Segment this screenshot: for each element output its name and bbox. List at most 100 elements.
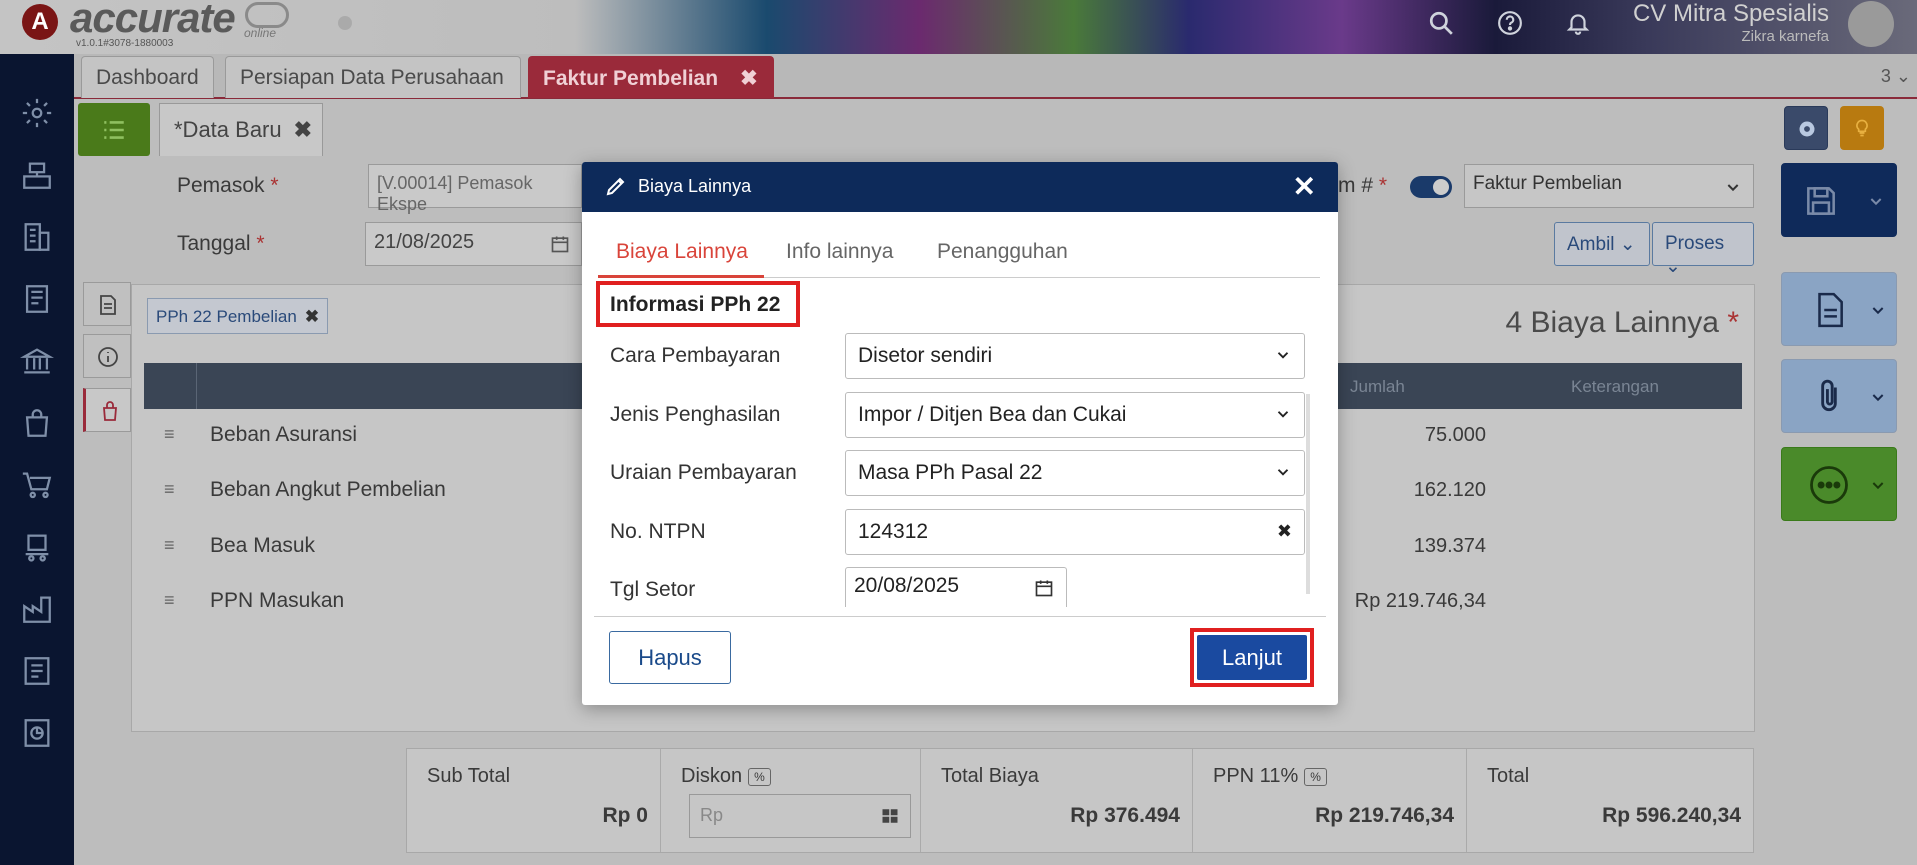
shopping-bag-icon[interactable] bbox=[20, 406, 54, 440]
drag-handle-icon[interactable]: ≡ bbox=[164, 590, 178, 611]
close-icon[interactable]: ✖ bbox=[740, 67, 758, 90]
tanggal-input[interactable]: 21/08/2025 bbox=[365, 222, 582, 266]
row-value: 162.120 bbox=[1413, 479, 1486, 501]
factory-icon[interactable] bbox=[20, 592, 54, 626]
proses-button[interactable]: Proses ⌄ bbox=[1652, 222, 1754, 277]
bell-icon[interactable] bbox=[1565, 10, 1591, 36]
tab-biaya-lainnya[interactable]: Biaya Lainnya bbox=[616, 240, 748, 264]
ntpn-input[interactable]: 124312 ✖ bbox=[845, 509, 1305, 555]
clear-icon[interactable]: ✖ bbox=[1277, 521, 1292, 542]
filter-chip[interactable]: PPh 22 Pembelian ✖ bbox=[147, 298, 329, 334]
calendar-icon[interactable] bbox=[1034, 578, 1054, 598]
auto-number-toggle[interactable] bbox=[1410, 176, 1452, 198]
info-icon bbox=[98, 347, 118, 367]
company-name[interactable]: CV Mitra Spesialis bbox=[1633, 0, 1829, 28]
drag-handle-icon[interactable]: ≡ bbox=[164, 424, 178, 445]
save-button[interactable] bbox=[1781, 163, 1897, 237]
bank-icon[interactable] bbox=[20, 344, 54, 378]
dialog-title: Biaya Lainnya bbox=[638, 176, 752, 196]
cash-register-icon[interactable] bbox=[20, 158, 54, 192]
tax-icon[interactable] bbox=[20, 654, 54, 688]
drag-handle-icon[interactable]: ≡ bbox=[164, 535, 178, 556]
ntpn-label: No. NTPN bbox=[610, 520, 706, 543]
logo-online-text: online bbox=[244, 26, 277, 40]
column-jumlah[interactable]: Jumlah bbox=[1350, 377, 1405, 397]
close-icon[interactable]: ✖ bbox=[305, 307, 319, 326]
tanggal-value: 21/08/2025 bbox=[374, 231, 475, 253]
tgl-setor-input[interactable]: 20/08/2025 bbox=[845, 567, 1067, 607]
gear-icon[interactable] bbox=[20, 96, 54, 130]
uraian-pembayaran-select[interactable]: Masa PPh Pasal 22 bbox=[845, 450, 1305, 496]
gear-icon bbox=[1799, 121, 1815, 137]
calculator-icon[interactable] bbox=[880, 807, 900, 825]
biaya-tab[interactable] bbox=[83, 388, 131, 432]
tab-label: Faktur Pembelian bbox=[543, 67, 719, 90]
calendar-icon[interactable] bbox=[550, 234, 570, 254]
tips-button[interactable] bbox=[1840, 106, 1884, 150]
row-bea-masuk[interactable]: Bea Masuk bbox=[210, 534, 315, 558]
cart-icon[interactable] bbox=[20, 468, 54, 502]
accurate-logo-text[interactable]: accurate bbox=[70, 0, 236, 42]
detail-items-tab[interactable] bbox=[83, 282, 131, 326]
report-chart-icon[interactable] bbox=[20, 716, 54, 750]
search-icon[interactable] bbox=[1428, 10, 1454, 36]
tanggal-label: Tanggal * bbox=[177, 232, 265, 255]
ntpn-value: 124312 bbox=[858, 520, 929, 543]
lanjut-button[interactable]: Lanjut bbox=[1197, 635, 1307, 680]
more-actions-button[interactable] bbox=[1781, 447, 1897, 521]
jenis-penghasilan-select[interactable]: Impor / Ditjen Bea dan Cukai bbox=[845, 392, 1305, 438]
panel-title: 4 Biaya Lainnya * bbox=[1505, 306, 1739, 339]
attachment-button[interactable] bbox=[1781, 359, 1897, 433]
drag-handle-icon[interactable]: ≡ bbox=[164, 479, 178, 500]
chip-label: PPh 22 Pembelian bbox=[156, 307, 297, 326]
accurate-logo-icon[interactable]: A bbox=[22, 4, 58, 40]
chevron-down-icon bbox=[1870, 198, 1882, 206]
module-tab-bar: Dashboard Persiapan Data Perusahaan Fakt… bbox=[74, 54, 1917, 99]
tab-faktur-pembelian[interactable]: Faktur Pembelian ✖ bbox=[528, 56, 774, 98]
ambil-button[interactable]: Ambil ⌄ bbox=[1554, 222, 1650, 266]
column-keterangan[interactable]: Keterangan bbox=[1571, 377, 1659, 397]
percent-toggle[interactable]: % bbox=[1304, 767, 1327, 786]
inventory-cart-icon[interactable] bbox=[20, 530, 54, 564]
more-icon bbox=[1810, 466, 1848, 504]
settings-button[interactable] bbox=[1784, 106, 1828, 150]
row-beban-angkut[interactable]: Beban Angkut Pembelian bbox=[210, 478, 446, 502]
tab-penangguhan[interactable]: Penangguhan bbox=[937, 240, 1068, 264]
top-bar: A accurate online v1.0.1#3078-1880003 CV… bbox=[0, 0, 1917, 54]
tab-count-dropdown[interactable]: 3 ⌄ bbox=[1881, 66, 1911, 87]
ppn-cell: PPN 11%% Rp 219.746,34 bbox=[1193, 749, 1467, 852]
proses-label: Proses bbox=[1665, 233, 1725, 254]
row-ppn-masukan[interactable]: PPN Masukan bbox=[210, 589, 344, 613]
diskon-input[interactable]: Rp bbox=[689, 794, 911, 838]
tab-info-lainnya[interactable]: Info lainnya bbox=[786, 240, 893, 264]
percent-toggle[interactable]: % bbox=[748, 767, 771, 786]
summary-bar: Sub Total Rp 0 Diskon% Rp Total Biaya Rp… bbox=[406, 748, 1754, 853]
sidebar bbox=[0, 54, 74, 865]
close-icon[interactable]: ✕ bbox=[1293, 170, 1316, 203]
help-icon[interactable] bbox=[1497, 10, 1523, 36]
total-cell: Total Rp 596.240,34 bbox=[1467, 749, 1753, 852]
tab-persiapan-data[interactable]: Persiapan Data Perusahaan bbox=[225, 56, 521, 98]
cara-pembayaran-label: Cara Pembayaran bbox=[610, 344, 781, 367]
info-tab[interactable] bbox=[83, 334, 131, 378]
ledger-icon[interactable] bbox=[20, 282, 54, 316]
list-view-button[interactable] bbox=[78, 103, 150, 156]
lightbulb-icon bbox=[1856, 119, 1868, 137]
document-button[interactable] bbox=[1781, 272, 1897, 346]
ppn-value: Rp 219.746,34 bbox=[1315, 804, 1454, 827]
row-beban-asuransi[interactable]: Beban Asuransi bbox=[210, 423, 357, 447]
user-name[interactable]: Zikra karnefa bbox=[1741, 28, 1829, 45]
tgl-setor-value: 20/08/2025 bbox=[854, 574, 960, 597]
tab-dashboard[interactable]: Dashboard bbox=[81, 56, 214, 98]
close-icon[interactable]: ✖ bbox=[294, 117, 312, 142]
document-icon bbox=[100, 295, 116, 315]
building-icon[interactable] bbox=[20, 220, 54, 254]
hapus-button[interactable]: Hapus bbox=[609, 631, 731, 684]
avatar[interactable] bbox=[1848, 1, 1894, 47]
pemasok-input[interactable]: [V.00014] Pemasok Ekspe bbox=[368, 164, 582, 214]
form-type-select[interactable]: Faktur Pembelian bbox=[1464, 164, 1754, 208]
section-heading: Informasi PPh 22 bbox=[596, 281, 800, 327]
tab-data-baru[interactable]: *Data Baru ✖ bbox=[159, 103, 323, 156]
dialog-scrollbar[interactable] bbox=[1306, 394, 1310, 594]
cara-pembayaran-select[interactable]: Disetor sendiri bbox=[845, 333, 1305, 379]
